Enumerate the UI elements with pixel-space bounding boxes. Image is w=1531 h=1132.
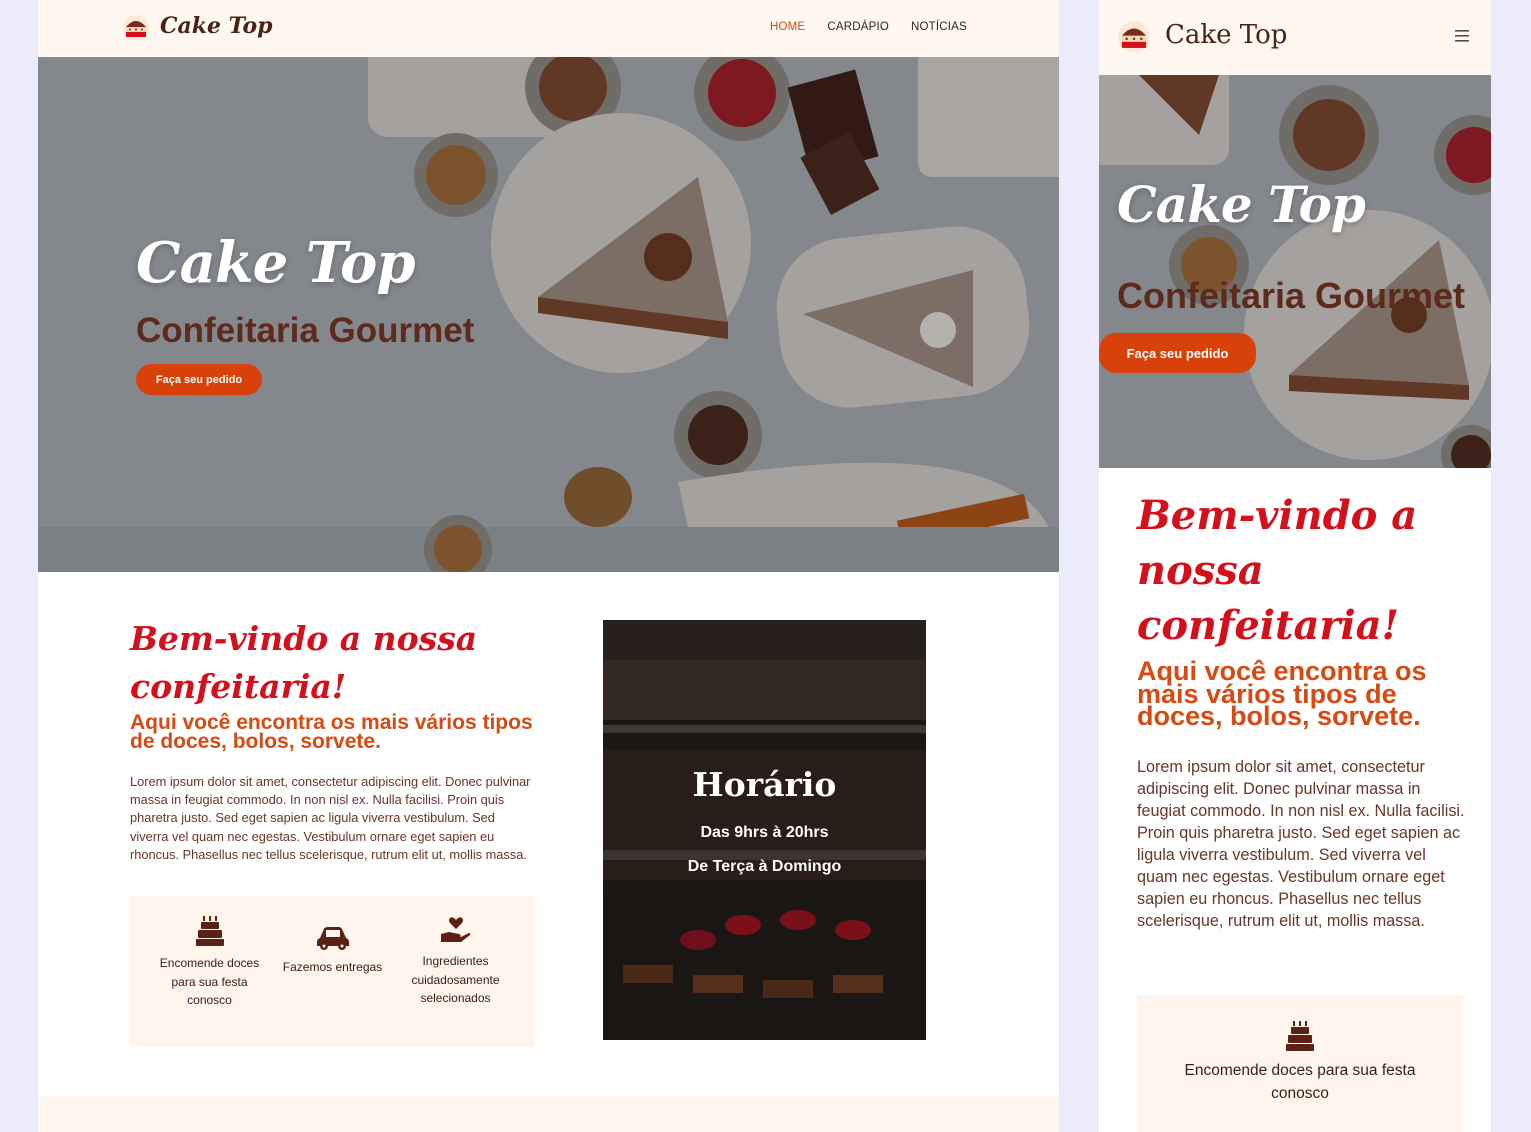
order-button[interactable]: Faça seu pedido — [136, 364, 262, 395]
feature-item: Encomende doces para sua festa conosco — [152, 916, 267, 1010]
mobile-header: Cake Top — [1099, 0, 1491, 75]
hero-subtitle: Confeitaria Gourmet — [136, 311, 475, 350]
hero-banner: Cake Top Confeitaria Gourmet Faça seu pe… — [38, 57, 1059, 572]
site-header: Cake Top HOME CARDÁPIO NOTÍCIAS — [38, 0, 1059, 57]
birthday-cake-icon — [1286, 1021, 1314, 1051]
feature-label: Encomende doces para sua festa conosco — [159, 956, 260, 1007]
main-nav: HOME CARDÁPIO NOTÍCIAS — [770, 21, 967, 33]
feature-label: Fazemos entregas — [282, 960, 383, 974]
welcome-subtitle: Aqui você encontra os mais vários tipos … — [1137, 656, 1427, 731]
welcome-title: Bem-vindo a nossa confeitaria! — [1137, 492, 1418, 649]
hamburger-menu-icon[interactable] — [1455, 30, 1469, 42]
nav-home-link[interactable]: HOME — [770, 21, 805, 33]
hero-title: Cake Top — [136, 230, 416, 296]
car-icon — [316, 927, 349, 950]
feature-item: Ingredientes cuidadosamente selecionados — [398, 916, 513, 1008]
nav-cardapio-link[interactable]: CARDÁPIO — [827, 21, 889, 33]
mobile-hero-banner: Cake Top Confeitaria Gourmet Faça seu pe… — [1099, 75, 1491, 468]
feature-label: Ingredientes cuidadosamente selecionados — [411, 954, 500, 1005]
welcome-subtitle: Aqui você encontra os mais vários tipos … — [130, 711, 533, 753]
welcome-body: Lorem ipsum dolor sit amet, consectetur … — [1137, 758, 1465, 930]
desktop-view: Cake Top HOME CARDÁPIO NOTÍCIAS Cake Top… — [38, 0, 1059, 1132]
hero-subtitle: Confeitaria Gourmet — [1117, 275, 1466, 316]
feature-item: Encomende doces para sua festa conosco — [1167, 1021, 1433, 1105]
hero-background-image — [1099, 75, 1491, 468]
birthday-cake-icon — [195, 916, 224, 946]
hours-title: Horário — [692, 765, 837, 804]
next-section-strip — [38, 1096, 1059, 1132]
hours-card: Horário Das 9hrs à 20hrs De Terça à Domi… — [603, 620, 926, 1040]
brand-name[interactable]: Cake Top — [1165, 20, 1287, 50]
hero-title: Cake Top — [1117, 175, 1366, 234]
welcome-title: Bem-vindo a nossa confeitaria! — [130, 619, 478, 706]
mobile-view: Cake Top Cake Top Confeitaria Gourmet Fa… — [1099, 0, 1491, 1132]
hours-days: De Terça à Domingo — [687, 858, 842, 875]
nav-noticias-link[interactable]: NOTÍCIAS — [911, 21, 967, 33]
feature-label: Encomende doces para sua festa conosco — [1184, 1062, 1416, 1102]
order-button[interactable]: Faça seu pedido — [1099, 333, 1256, 373]
welcome-body: Lorem ipsum dolor sit amet, consectetur … — [130, 774, 531, 862]
features-panel: Encomende doces para sua festa conosco — [1137, 995, 1463, 1132]
hours-time: Das 9hrs à 20hrs — [700, 824, 829, 841]
cake-logo-icon[interactable] — [1117, 20, 1151, 54]
features-panel: Encomende doces para sua festa conosco F… — [130, 896, 535, 1047]
hand-heart-icon — [440, 917, 470, 942]
brand-name[interactable]: Cake Top — [160, 13, 273, 39]
cake-logo-icon[interactable] — [122, 14, 150, 42]
feature-item: Fazemos entregas — [275, 926, 390, 977]
